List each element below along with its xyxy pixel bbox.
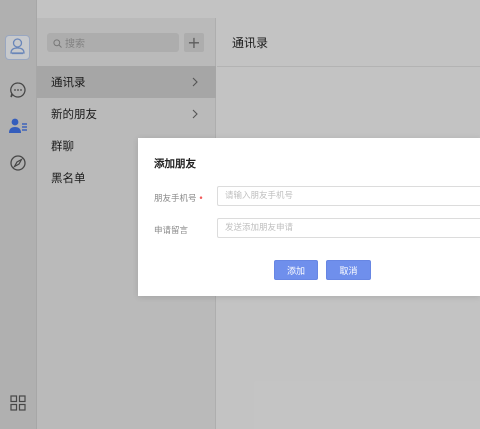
message-input[interactable] bbox=[217, 218, 480, 238]
message-label: 申请留言 bbox=[154, 226, 189, 236]
required-mark: • bbox=[198, 194, 204, 204]
dialog-title: 添加朋友 bbox=[154, 158, 196, 170]
phone-label: 朋友手机号 • bbox=[154, 192, 204, 204]
add-button[interactable]: 添加 bbox=[274, 260, 318, 280]
phone-input[interactable] bbox=[217, 186, 480, 206]
add-friend-dialog: 添加朋友 朋友手机号• 申请留言 添加 取消 bbox=[138, 138, 480, 296]
cancel-button[interactable]: 取消 bbox=[326, 260, 371, 280]
phone-label-text: 朋友手机号 bbox=[154, 194, 197, 204]
